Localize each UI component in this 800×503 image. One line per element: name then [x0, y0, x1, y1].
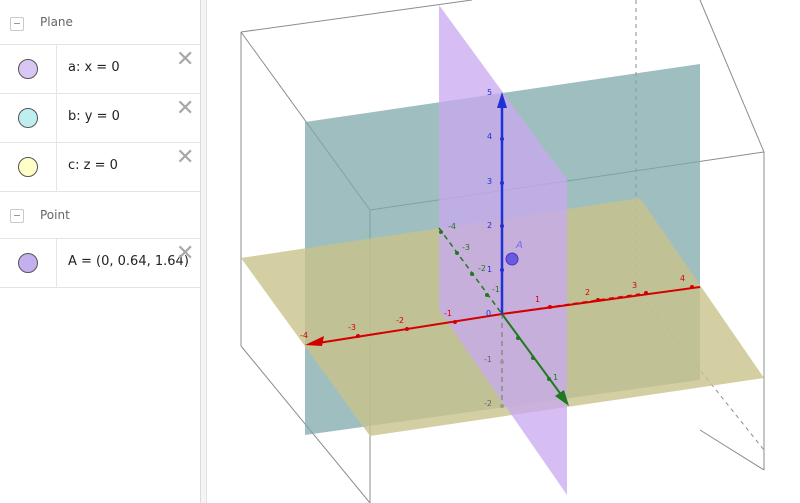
- z-tick-mark: [500, 181, 504, 185]
- z-tick-label: 2: [487, 221, 492, 230]
- x-tick-mark: [548, 305, 552, 309]
- z-tick-mark: [500, 268, 504, 272]
- point-a[interactable]: [505, 252, 519, 266]
- x-tick-label: -1: [444, 309, 452, 318]
- y-tick-label: -2: [478, 264, 486, 273]
- x-tick-label: -3: [348, 323, 356, 332]
- x-tick-label: 2: [585, 288, 590, 297]
- delete-icon[interactable]: ✕: [176, 98, 194, 120]
- z-tick-label: 4: [487, 132, 492, 141]
- z-tick-label: 3: [487, 177, 492, 186]
- box-edge: [699, 0, 765, 153]
- y-tick-mark: [439, 230, 443, 234]
- collapse-icon[interactable]: [10, 17, 24, 31]
- z-tick-label: -2: [484, 399, 492, 408]
- z-tick-mark: [500, 137, 504, 141]
- y-tick-mark: [470, 272, 474, 276]
- delete-icon[interactable]: ✕: [176, 147, 194, 169]
- y-tick-mark: [516, 336, 520, 340]
- object-definition[interactable]: c: z = 0: [68, 158, 118, 173]
- x-tick-label: 1: [535, 295, 540, 304]
- y-tick-mark: [455, 251, 459, 255]
- y-tick-label: -1: [492, 285, 500, 294]
- x-tick-mark: [405, 327, 409, 331]
- x-tick-mark: [596, 298, 600, 302]
- object-definition[interactable]: b: y = 0: [68, 109, 120, 124]
- graphics-3d-view[interactable]: 4 3 2 1 -1 -2 -3 -4 -4 -3 -2 -1 1 5 4 3 …: [207, 0, 800, 503]
- z-tick-mark: [500, 404, 504, 408]
- x-tick-label: -2: [396, 316, 404, 325]
- object-definition[interactable]: A = (0, 0.64, 1.64): [68, 254, 189, 269]
- visibility-marble-icon[interactable]: [18, 59, 38, 79]
- algebra-row-point-a[interactable]: A = (0, 0.64, 1.64) ✕: [0, 239, 200, 288]
- y-tick-mark: [485, 293, 489, 297]
- x-tick-mark: [690, 285, 694, 289]
- z-tick-label: 5: [487, 88, 492, 97]
- x-tick-mark: [644, 291, 648, 295]
- algebra-row-plane-b[interactable]: b: y = 0 ✕: [0, 94, 200, 143]
- group-title: Point: [40, 208, 70, 222]
- x-tick-mark: [453, 320, 457, 324]
- point-a-label: A: [515, 240, 523, 251]
- box-edge: [699, 429, 765, 471]
- visibility-marble-icon[interactable]: [18, 157, 38, 177]
- marble-cell: [0, 143, 57, 191]
- algebra-row-plane-c[interactable]: c: z = 0 ✕: [0, 143, 200, 192]
- origin-label: 0: [486, 309, 491, 318]
- x-tick-label: 4: [680, 274, 685, 283]
- algebra-row-plane-a[interactable]: a: x = 0 ✕: [0, 45, 200, 94]
- z-tick-mark: [500, 224, 504, 228]
- x-tick-mark: [356, 334, 360, 338]
- x-tick-label: 3: [632, 281, 637, 290]
- group-title: Plane: [40, 15, 73, 29]
- algebra-view: Plane a: x = 0 ✕ b: y = 0 ✕ c: z = 0 ✕ P…: [0, 0, 201, 503]
- group-header-plane[interactable]: Plane: [0, 0, 200, 45]
- z-tick-label: -1: [484, 355, 492, 364]
- visibility-marble-icon[interactable]: [18, 253, 38, 273]
- visibility-marble-icon[interactable]: [18, 108, 38, 128]
- group-header-point[interactable]: Point: [0, 192, 200, 239]
- y-tick-label: -4: [448, 222, 456, 231]
- y-tick-label: -3: [462, 243, 470, 252]
- y-tick-label: 1: [553, 373, 558, 382]
- box-edge: [240, 0, 473, 33]
- z-tick-mark: [500, 360, 504, 364]
- marble-cell: [0, 45, 57, 93]
- z-tick-label: 1: [487, 265, 492, 274]
- y-tick-mark: [531, 356, 535, 360]
- object-definition[interactable]: a: x = 0: [68, 60, 120, 75]
- collapse-icon[interactable]: [10, 209, 24, 223]
- marble-cell: [0, 239, 57, 287]
- marble-cell: [0, 94, 57, 142]
- delete-icon[interactable]: ✕: [176, 49, 194, 71]
- delete-icon[interactable]: ✕: [176, 243, 194, 265]
- x-tick-label: -4: [300, 331, 308, 340]
- y-tick-mark: [547, 377, 551, 381]
